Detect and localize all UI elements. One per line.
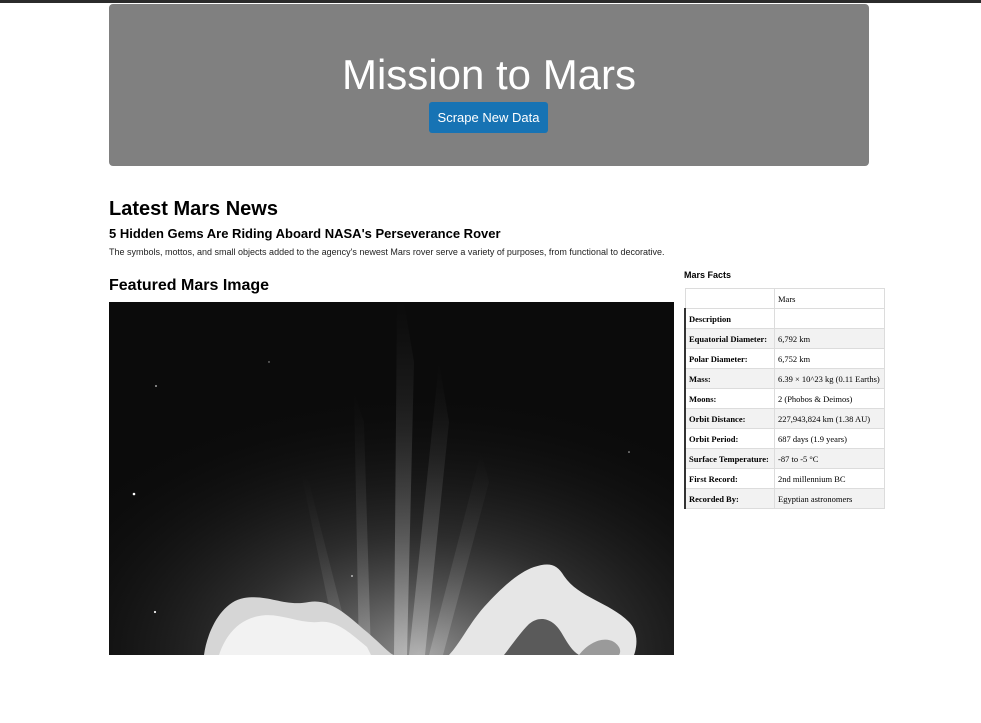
mars-facts-table: Mars Description Equatorial Diameter: 6,… <box>684 288 885 509</box>
fact-key: Mass: <box>684 368 775 389</box>
comet-image <box>109 302 674 655</box>
table-row: Moons: 2 (Phobos & Deimos) <box>684 388 885 409</box>
fact-key: Recorded By: <box>684 488 775 509</box>
fact-key: Surface Temperature: <box>684 448 775 469</box>
fact-value: 227,943,824 km (1.38 AU) <box>774 408 885 429</box>
table-row: Equatorial Diameter: 6,792 km <box>684 328 885 349</box>
jumbotron: Mission to Mars Scrape New Data <box>109 4 869 166</box>
fact-value: -87 to -5 °C <box>774 448 885 469</box>
news-paragraph: The symbols, mottos, and small objects a… <box>109 247 665 257</box>
fact-value: 2 (Phobos & Deimos) <box>774 388 885 409</box>
table-row: Polar Diameter: 6,752 km <box>684 348 885 369</box>
table-row: Recorded By: Egyptian astronomers <box>684 488 885 509</box>
fact-key: Equatorial Diameter: <box>684 328 775 349</box>
table-header-row: Mars <box>684 288 885 309</box>
fact-value: Egyptian astronomers <box>774 488 885 509</box>
mars-facts-label: Mars Facts <box>684 270 732 280</box>
fact-key: Polar Diameter: <box>684 348 775 369</box>
top-bar <box>0 0 981 3</box>
news-heading: Latest Mars News <box>109 198 278 220</box>
table-header-blank <box>684 288 775 309</box>
scrape-new-data-button[interactable]: Scrape New Data <box>429 102 548 133</box>
fact-value: 2nd millennium BC <box>774 468 885 489</box>
fact-key: Orbit Period: <box>684 428 775 449</box>
fact-key: Orbit Distance: <box>684 408 775 429</box>
featured-image-heading: Featured Mars Image <box>109 277 270 294</box>
fact-value: 6.39 × 10^23 kg (0.11 Earths) <box>774 368 885 389</box>
table-row: Mass: 6.39 × 10^23 kg (0.11 Earths) <box>684 368 885 389</box>
fact-key: Moons: <box>684 388 775 409</box>
featured-mars-image <box>109 302 674 655</box>
table-row: Description <box>684 308 885 329</box>
table-row: First Record: 2nd millennium BC <box>684 468 885 489</box>
page-title: Mission to Mars <box>341 51 637 98</box>
fact-value <box>774 308 885 329</box>
table-row: Surface Temperature: -87 to -5 °C <box>684 448 885 469</box>
table-row: Orbit Distance: 227,943,824 km (1.38 AU) <box>684 408 885 429</box>
table-header-mars: Mars <box>774 288 885 309</box>
fact-value: 6,792 km <box>774 328 885 349</box>
news-title: 5 Hidden Gems Are Riding Aboard NASA's P… <box>109 226 501 241</box>
fact-value: 687 days (1.9 years) <box>774 428 885 449</box>
table-row: Orbit Period: 687 days (1.9 years) <box>684 428 885 449</box>
fact-value: 6,752 km <box>774 348 885 369</box>
fact-key: First Record: <box>684 468 775 489</box>
fact-key: Description <box>684 308 775 329</box>
